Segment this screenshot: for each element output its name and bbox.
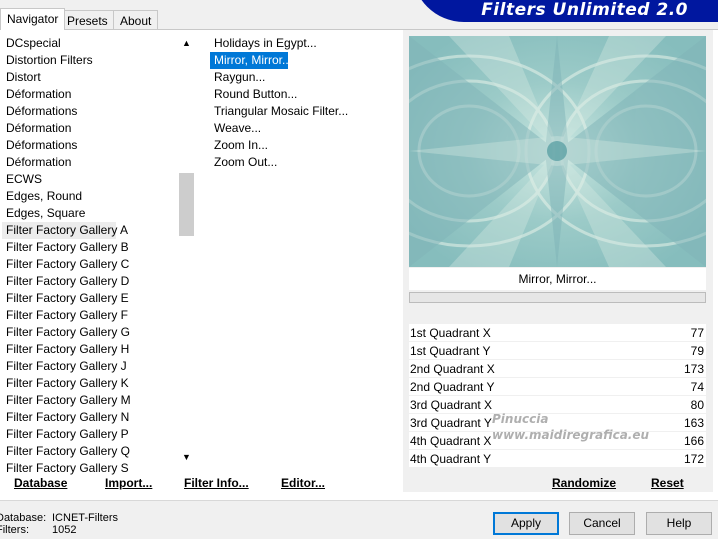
chevron-down-icon[interactable]: ▼ bbox=[178, 449, 195, 465]
filters-count-label: Filters: bbox=[0, 524, 29, 536]
parameter-value[interactable]: 74 bbox=[691, 378, 704, 396]
category-item[interactable]: Déformations bbox=[2, 137, 178, 154]
parameter-row[interactable]: 2nd Quadrant X 173 bbox=[409, 360, 706, 378]
tab-presets[interactable]: Presets bbox=[60, 10, 115, 30]
filter-item[interactable]: Weave... bbox=[210, 120, 400, 137]
parameter-label: 4th Quadrant X bbox=[410, 434, 492, 448]
banner-title: Filters Unlimited 2.0 bbox=[481, 0, 688, 20]
main-panel: DCspecial Distortion Filters Distort Déform… bbox=[0, 30, 718, 500]
category-item[interactable]: Filter Factory Gallery N bbox=[2, 409, 178, 426]
category-item[interactable]: Déformation bbox=[2, 120, 178, 137]
preview-pattern bbox=[409, 36, 706, 267]
parameter-label: 4th Quadrant Y bbox=[410, 452, 492, 466]
parameter-value[interactable]: 77 bbox=[691, 324, 704, 342]
parameter-row[interactable]: 3rd Quadrant X 80 bbox=[409, 396, 706, 414]
import-button[interactable]: Import... bbox=[105, 476, 152, 490]
category-scrollbar[interactable]: ▲ ▼ bbox=[178, 35, 195, 465]
filter-item[interactable]: Zoom In... bbox=[210, 137, 400, 154]
category-item[interactable]: Filter Factory Gallery C bbox=[2, 256, 178, 273]
parameter-value[interactable]: 80 bbox=[691, 396, 704, 414]
preview-image bbox=[409, 36, 706, 267]
category-item[interactable]: Déformation bbox=[2, 154, 178, 171]
apply-button[interactable]: Apply bbox=[493, 512, 559, 535]
parameter-label: 1st Quadrant X bbox=[410, 326, 491, 340]
category-item[interactable]: Edges, Square bbox=[2, 205, 178, 222]
filter-item[interactable]: Round Button... bbox=[210, 86, 400, 103]
parameter-row[interactable]: 1st Quadrant Y 79 bbox=[409, 342, 706, 360]
progress-bar bbox=[409, 292, 706, 303]
category-item[interactable]: Filter Factory Gallery H bbox=[2, 341, 178, 358]
category-item[interactable]: ECWS bbox=[2, 171, 178, 188]
category-item[interactable]: Distortion Filters bbox=[2, 52, 178, 69]
category-item[interactable]: Filter Factory Gallery G bbox=[2, 324, 178, 341]
filters-count-value: 1052 bbox=[52, 524, 77, 536]
category-item[interactable]: Distort bbox=[2, 69, 178, 86]
preview-panel: Mirror, Mirror... 1st Quadrant X 77 1st Qu… bbox=[403, 30, 713, 492]
category-item[interactable]: Filter Factory Gallery A bbox=[2, 222, 128, 239]
parameter-label: 1st Quadrant Y bbox=[410, 344, 491, 358]
filter-item[interactable]: Raygun... bbox=[210, 69, 400, 86]
parameter-value[interactable]: 79 bbox=[691, 342, 704, 360]
parameter-label: 3rd Quadrant Y bbox=[410, 416, 492, 430]
category-item[interactable]: Filter Factory Gallery Q bbox=[2, 443, 178, 460]
parameter-row[interactable]: 1st Quadrant X 77 bbox=[409, 324, 706, 342]
database-button[interactable]: Database bbox=[14, 476, 67, 490]
editor-button[interactable]: Editor... bbox=[281, 476, 325, 490]
category-list[interactable]: DCspecial Distortion Filters Distort Déform… bbox=[2, 35, 178, 495]
category-item[interactable]: Filter Factory Gallery J bbox=[2, 358, 178, 375]
scrollbar-thumb[interactable] bbox=[179, 173, 194, 236]
tab-about[interactable]: About bbox=[113, 10, 159, 30]
filter-item[interactable]: Holidays in Egypt... bbox=[210, 35, 400, 52]
parameter-label: 2nd Quadrant X bbox=[410, 362, 495, 376]
parameter-label: 2nd Quadrant Y bbox=[410, 380, 495, 394]
category-item[interactable]: Filter Factory Gallery D bbox=[2, 273, 178, 290]
filter-info-button[interactable]: Filter Info... bbox=[184, 476, 249, 490]
category-item[interactable]: Filter Factory Gallery S bbox=[2, 460, 178, 477]
parameter-row[interactable]: 4th Quadrant X 166 bbox=[409, 432, 706, 450]
category-item[interactable]: DCspecial bbox=[2, 35, 178, 52]
parameter-row[interactable]: 4th Quadrant Y 172 bbox=[409, 450, 706, 468]
cancel-button[interactable]: Cancel bbox=[569, 512, 635, 535]
category-item[interactable]: Déformations bbox=[2, 103, 178, 120]
filter-item[interactable]: Mirror, Mirror... bbox=[210, 52, 292, 69]
filter-list[interactable]: Holidays in Egypt... Mirror, Mirror... Ray… bbox=[210, 35, 400, 171]
category-item[interactable]: Filter Factory Gallery E bbox=[2, 290, 178, 307]
tab-navigator[interactable]: Navigator bbox=[0, 8, 66, 30]
category-item[interactable]: Filter Factory Gallery B bbox=[2, 239, 178, 256]
parameter-row[interactable]: 2nd Quadrant Y 74 bbox=[409, 378, 706, 396]
parameter-value[interactable]: 172 bbox=[684, 450, 704, 468]
database-label: Database: bbox=[0, 512, 47, 524]
filter-item[interactable]: Zoom Out... bbox=[210, 154, 400, 171]
database-value: ICNET-Filters bbox=[52, 512, 118, 524]
category-item[interactable]: Filter Factory Gallery F bbox=[2, 307, 178, 324]
chevron-up-icon[interactable]: ▲ bbox=[178, 35, 195, 51]
filter-item[interactable]: Triangular Mosaic Filter... bbox=[210, 103, 400, 120]
parameter-value[interactable]: 166 bbox=[684, 432, 704, 450]
parameter-value[interactable]: 173 bbox=[684, 360, 704, 378]
category-item[interactable]: Filter Factory Gallery M bbox=[2, 392, 178, 409]
parameter-value[interactable]: 163 bbox=[684, 414, 704, 432]
category-item[interactable]: Déformation bbox=[2, 86, 178, 103]
app-banner: Filters Unlimited 2.0 bbox=[412, 0, 718, 22]
parameter-row[interactable]: 3rd Quadrant Y 163 bbox=[409, 414, 706, 432]
reset-button[interactable]: Reset bbox=[651, 476, 684, 490]
category-item[interactable]: Filter Factory Gallery K bbox=[2, 375, 178, 392]
parameter-list: 1st Quadrant X 77 1st Quadrant Y 79 2nd Quad… bbox=[409, 324, 706, 468]
footer-divider bbox=[0, 500, 718, 501]
randomize-button[interactable]: Randomize bbox=[552, 476, 616, 490]
category-item[interactable]: Edges, Round bbox=[2, 188, 178, 205]
help-button[interactable]: Help bbox=[646, 512, 712, 535]
category-item[interactable]: Filter Factory Gallery P bbox=[2, 426, 178, 443]
preview-filter-name: Mirror, Mirror... bbox=[409, 268, 706, 290]
parameter-label: 3rd Quadrant X bbox=[410, 398, 493, 412]
